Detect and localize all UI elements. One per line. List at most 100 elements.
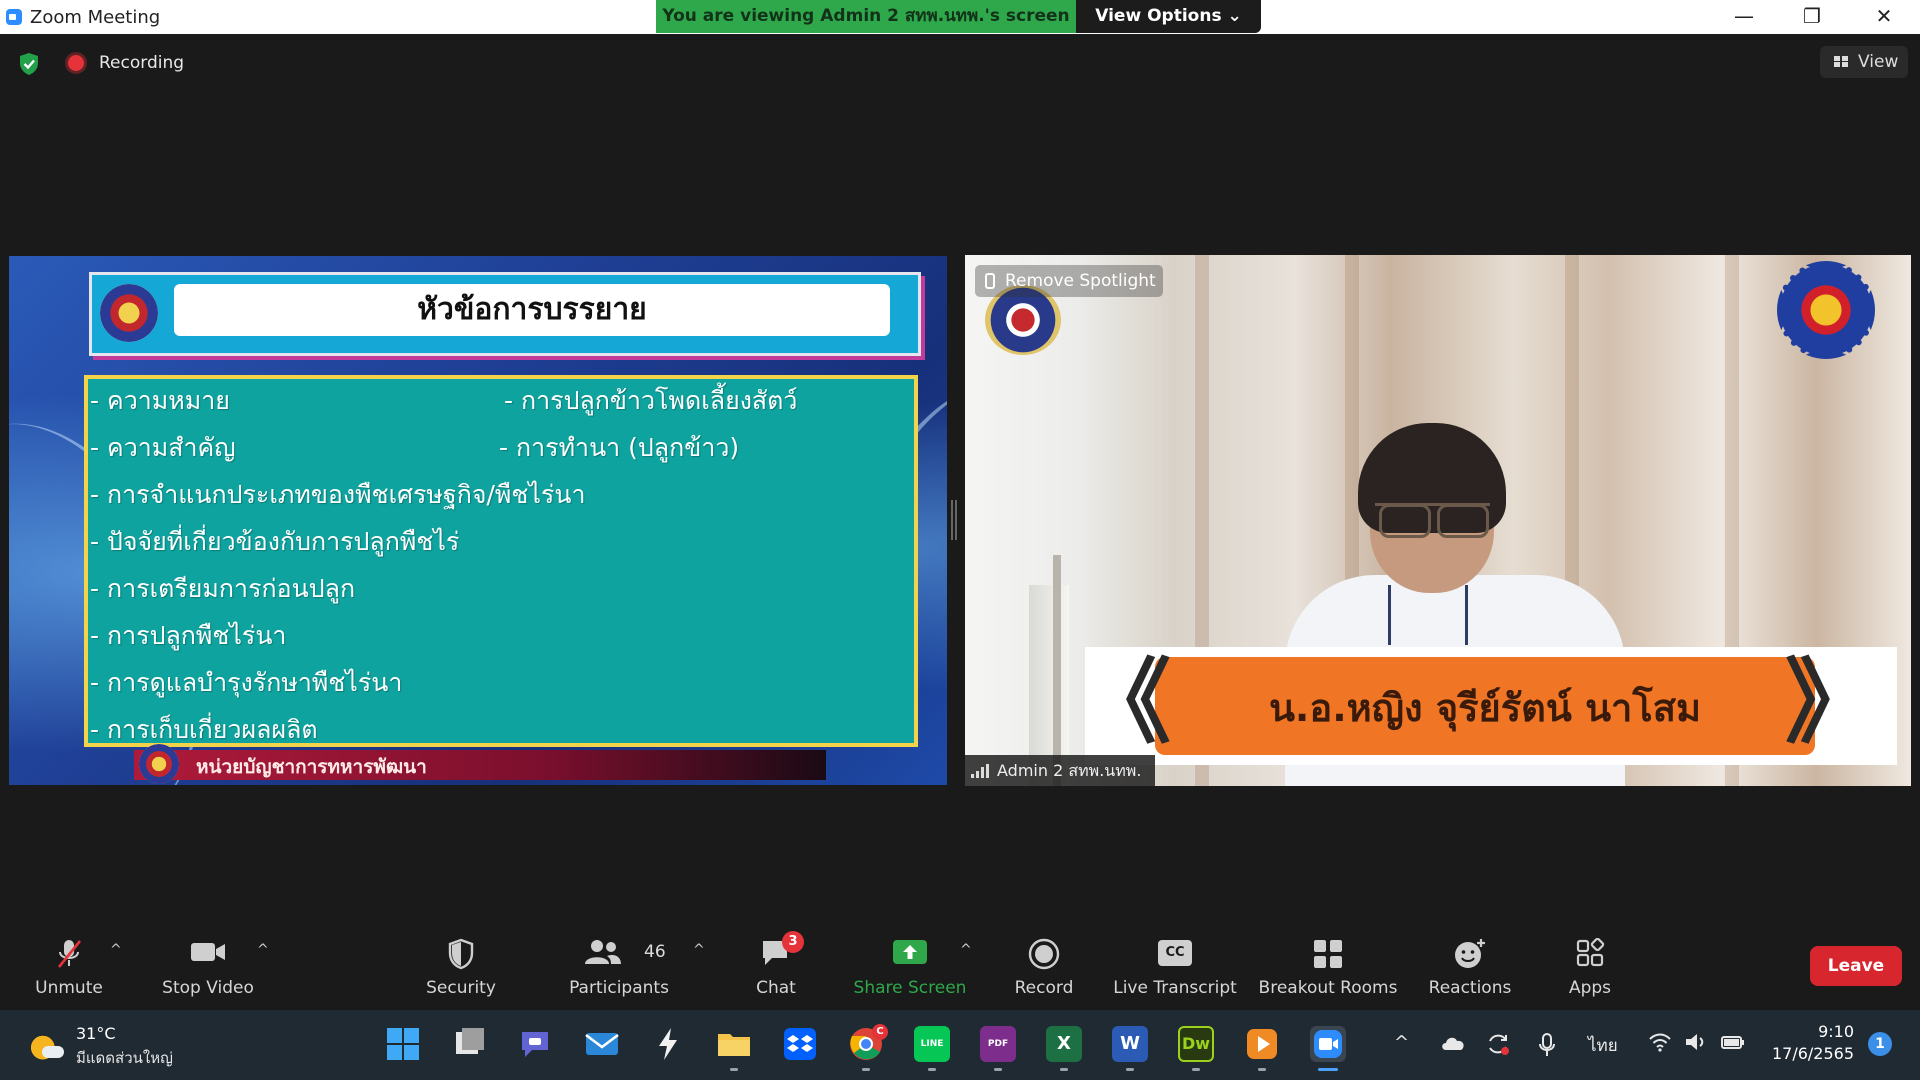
dreamweaver-icon[interactable]: Dw <box>1178 1026 1214 1062</box>
slide-content-box: - ความหมาย - ความสำคัญ - การจำแนกประเภทข… <box>84 375 918 747</box>
chat-label: Chat <box>756 978 796 998</box>
slide-bullet: - การเก็บเกี่ยวผลผลิต <box>90 715 318 744</box>
speaker-nameplate: 《 》 น.อ.หญิง จุรีย์รัตน์ นาโสม <box>1079 647 1897 765</box>
battery-charging-icon[interactable] <box>1720 1032 1746 1052</box>
stop-video-button[interactable]: Stop Video <box>155 922 261 1008</box>
nameplate-text: น.อ.หญิง จุรีย์รัตน์ นาโสม <box>1268 686 1702 730</box>
running-indicator <box>730 1068 738 1071</box>
leave-meeting-button[interactable]: Leave <box>1810 946 1902 986</box>
chevron-right-icon: 》 <box>1785 649 1878 756</box>
meeting-toolbar: Unmute ^ Stop Video ^ Security 46 Partic… <box>0 922 1920 1008</box>
participants-label: Participants <box>569 978 669 998</box>
windows-start-icon[interactable] <box>385 1026 421 1062</box>
close-button[interactable]: ✕ <box>1856 0 1912 34</box>
clock-time[interactable]: 9:10 <box>1780 1022 1854 1041</box>
weather-partly-sunny-icon[interactable] <box>30 1030 64 1062</box>
line-icon[interactable]: LINE <box>914 1026 950 1062</box>
lightning-app-icon[interactable] <box>650 1026 686 1062</box>
slide-bullet: - ปัจจัยที่เกี่ยวข้องกับการปลูกพืชไร่ <box>90 527 460 556</box>
running-indicator <box>928 1068 936 1071</box>
security-button[interactable]: Security <box>414 922 508 1008</box>
apps-button[interactable]: Apps <box>1550 922 1630 1008</box>
unit-emblem-icon <box>139 744 179 784</box>
word-icon[interactable]: W <box>1112 1026 1148 1062</box>
security-shield-icon <box>448 938 474 970</box>
media-player-icon[interactable] <box>1244 1026 1280 1062</box>
video-options-caret[interactable]: ^ <box>257 942 269 958</box>
chat-button[interactable]: 3 Chat <box>736 922 816 1008</box>
wifi-icon[interactable] <box>1648 1032 1672 1052</box>
microphone-tray-icon[interactable] <box>1538 1032 1556 1058</box>
participant-name: Admin 2 สทพ.นทพ. <box>997 761 1142 780</box>
split-view-drag-handle[interactable] <box>951 500 957 540</box>
notification-count-badge[interactable]: 1 <box>1868 1032 1892 1056</box>
input-language-indicator[interactable]: ไทย <box>1588 1032 1618 1059</box>
active-app-indicator <box>1318 1068 1338 1071</box>
windows-taskbar: 31°C มีแดดส่วนใหญ่ C LINE PDF X W Dw ^ ไ… <box>0 1010 1920 1080</box>
excel-icon[interactable]: X <box>1046 1026 1082 1062</box>
running-indicator <box>1258 1068 1266 1071</box>
participants-options-caret[interactable]: ^ <box>693 942 705 958</box>
speaker-video-tile[interactable]: 《 》 น.อ.หญิง จุรีย์รัตน์ นาโสม Remove Sp… <box>965 255 1911 786</box>
weather-description[interactable]: มีแดดส่วนใหญ่ <box>76 1046 173 1070</box>
apps-icon <box>1576 938 1605 967</box>
share-screen-label: Share Screen <box>853 978 967 998</box>
view-layout-button[interactable]: View <box>1820 46 1908 78</box>
flagpole <box>1053 555 1061 786</box>
weather-temperature[interactable]: 31°C <box>76 1024 116 1043</box>
window-title: Zoom Meeting <box>30 7 161 28</box>
share-screen-button[interactable]: Share Screen <box>850 922 970 1008</box>
slide-bullet: - ความสำคัญ <box>90 433 236 462</box>
onedrive-cloud-icon[interactable] <box>1440 1032 1466 1052</box>
restore-button[interactable]: ❐ <box>1784 0 1840 34</box>
reactions-button[interactable]: Reactions <box>1420 922 1520 1008</box>
clock-date[interactable]: 17/6/2565 <box>1760 1044 1854 1063</box>
reactions-smiley-icon <box>1455 939 1485 968</box>
chrome-profile-badge: C <box>872 1024 888 1040</box>
audio-options-caret[interactable]: ^ <box>110 942 122 958</box>
speaker-lanyard <box>1388 585 1468 645</box>
running-indicator <box>994 1068 1002 1071</box>
record-label: Record <box>1014 978 1074 998</box>
show-hidden-icons-chevron[interactable]: ^ <box>1394 1032 1409 1053</box>
recording-label[interactable]: Recording <box>99 53 184 73</box>
security-label: Security <box>426 978 496 998</box>
connection-signal-icon <box>971 764 989 778</box>
dropbox-icon[interactable] <box>782 1026 818 1062</box>
share-screen-icon <box>893 940 927 964</box>
zoom-taskbar-icon[interactable] <box>1310 1026 1346 1062</box>
encryption-shield-icon[interactable] <box>18 52 40 76</box>
mail-icon[interactable] <box>584 1026 620 1062</box>
teams-chat-icon[interactable] <box>518 1026 554 1062</box>
slide-footer-text: หน่วยบัญชาการทหารพัฒนา <box>196 756 427 778</box>
slide-bullet: - ความหมาย <box>90 386 230 415</box>
breakout-rooms-button[interactable]: Breakout Rooms <box>1256 922 1400 1008</box>
share-options-caret[interactable]: ^ <box>960 942 972 958</box>
closed-caption-icon: CC <box>1158 940 1192 966</box>
video-camera-icon <box>191 943 225 961</box>
task-view-icon[interactable] <box>452 1026 488 1062</box>
pdf-app-icon[interactable]: PDF <box>980 1026 1016 1062</box>
unit-emblem-icon <box>100 284 158 342</box>
volume-icon[interactable] <box>1684 1032 1708 1052</box>
unit-gear-emblem-icon <box>1777 261 1875 359</box>
minimize-button[interactable]: — <box>1716 0 1772 34</box>
unmute-button[interactable]: Unmute <box>22 922 116 1008</box>
slide-title: หัวข้อการบรรยาย <box>174 284 890 336</box>
participants-count: 46 <box>644 942 666 962</box>
sync-icon[interactable] <box>1486 1032 1510 1056</box>
running-indicator <box>1126 1068 1134 1071</box>
view-options-button[interactable]: View Options ⌄ <box>1076 0 1261 33</box>
file-explorer-icon[interactable] <box>716 1026 752 1062</box>
live-transcript-button[interactable]: CC Live Transcript <box>1110 922 1240 1008</box>
stop-video-label: Stop Video <box>162 978 254 998</box>
participants-button[interactable]: 46 Participants <box>566 922 672 1008</box>
record-icon <box>1028 938 1060 970</box>
apps-label: Apps <box>1568 978 1612 998</box>
slide-bullet: - การทำนา (ปลูกข้าว) <box>499 433 740 462</box>
slide-bullet: - การจำแนกประเภทของพืชเศรษฐกิจ/พืชไร่นา <box>90 480 586 509</box>
remove-spotlight-button[interactable]: Remove Spotlight <box>975 265 1163 297</box>
record-button[interactable]: Record <box>1000 922 1088 1008</box>
participant-name-tag: Admin 2 สทพ.นทพ. <box>965 755 1155 786</box>
recording-icon <box>68 55 84 71</box>
